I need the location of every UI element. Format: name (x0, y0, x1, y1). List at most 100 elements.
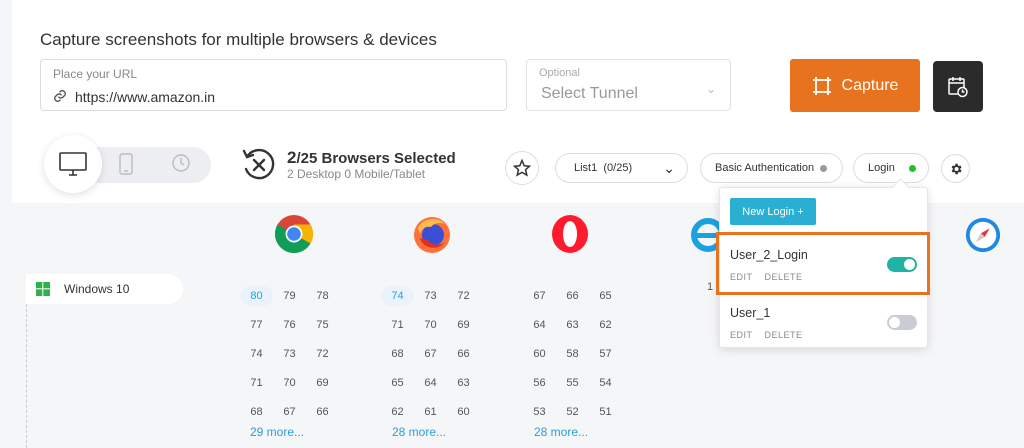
safari-icon (965, 217, 1001, 253)
capture-frame-icon (812, 76, 831, 95)
opera-more-link[interactable]: 28 more... (534, 425, 588, 439)
version-option[interactable]: 70 (414, 315, 447, 335)
version-option[interactable]: 76 (273, 315, 306, 335)
login-name: User_1 (730, 306, 771, 320)
capture-button[interactable]: Capture (790, 59, 920, 112)
version-option[interactable]: 64 (414, 373, 447, 393)
chevron-down-icon: ⌄ (663, 159, 675, 176)
version-option[interactable]: 64 (523, 315, 556, 335)
version-option[interactable]: 75 (306, 315, 339, 335)
version-option[interactable]: 62 (381, 402, 414, 422)
version-option[interactable]: 74 (381, 285, 414, 306)
capture-label: Capture (841, 76, 899, 94)
version-option[interactable]: 54 (589, 373, 622, 393)
firefox-version-grid: 74 73 72 71 70 69 68 67 66 65 64 63 62 61 60 (381, 281, 481, 426)
version-option[interactable]: 68 (381, 344, 414, 364)
settings-button[interactable] (941, 154, 970, 183)
reset-selection-icon[interactable] (241, 145, 277, 183)
version-option[interactable]: 68 (240, 402, 273, 422)
version-option[interactable]: 65 (381, 373, 414, 393)
version-row: 62 61 60 (381, 397, 481, 426)
version-option[interactable]: 67 (523, 286, 556, 306)
page-title: Capture screenshots for multiple browser… (40, 30, 437, 49)
version-row: 65 64 63 (381, 368, 481, 397)
basic-auth-label: Basic Authentication (715, 162, 815, 174)
version-option[interactable]: 65 (589, 286, 622, 306)
version-option[interactable]: 69 (447, 315, 480, 335)
version-row: 60 58 57 (523, 339, 623, 368)
ie-version[interactable]: 1 (707, 281, 713, 293)
schedule-button[interactable] (933, 61, 983, 112)
list-name: List1 (574, 162, 598, 174)
version-option[interactable]: 80 (240, 285, 273, 306)
version-option[interactable]: 63 (556, 315, 589, 335)
new-login-button[interactable]: New Login + (730, 198, 816, 225)
version-option[interactable]: 63 (447, 373, 480, 393)
delete-link[interactable]: DELETE (765, 330, 803, 340)
version-option[interactable]: 67 (414, 344, 447, 364)
os-tab-windows-10[interactable]: Windows 10 (26, 274, 183, 304)
favorite-button[interactable] (505, 151, 539, 185)
version-row: 64 63 62 (523, 310, 623, 339)
desktop-toggle[interactable] (44, 135, 102, 193)
version-option[interactable]: 57 (589, 344, 622, 364)
url-label: Place your URL (53, 67, 138, 81)
version-option[interactable]: 71 (240, 373, 273, 393)
basic-auth-button[interactable]: Basic Authentication (700, 153, 843, 183)
version-row: 80 79 78 (240, 281, 340, 310)
history-toggle[interactable] (171, 153, 191, 178)
version-option[interactable]: 66 (447, 344, 480, 364)
star-icon (513, 159, 531, 177)
version-option[interactable]: 70 (273, 373, 306, 393)
version-option[interactable]: 79 (273, 286, 306, 306)
list-dropdown[interactable]: List1 (0/25) ⌄ (555, 153, 688, 183)
version-row: 67 66 65 (523, 281, 623, 310)
mobile-icon (119, 153, 133, 175)
mobile-toggle[interactable] (118, 153, 134, 180)
version-row: 68 67 66 (381, 339, 481, 368)
version-option[interactable]: 52 (556, 402, 589, 422)
version-option[interactable]: 66 (306, 402, 339, 422)
version-option[interactable]: 78 (306, 286, 339, 306)
version-option[interactable]: 73 (414, 286, 447, 306)
version-option[interactable]: 73 (273, 344, 306, 364)
version-option[interactable]: 51 (589, 402, 622, 422)
login-actions: EDIT DELETE (730, 330, 803, 340)
tunnel-value: Select Tunnel (541, 85, 638, 102)
version-option[interactable]: 56 (523, 373, 556, 393)
list-count: (0/25) (603, 162, 633, 174)
os-label: Windows 10 (64, 282, 130, 296)
firefox-icon (414, 217, 450, 253)
version-option[interactable]: 71 (381, 315, 414, 335)
login-toggle[interactable] (887, 315, 917, 330)
windows-icon (36, 282, 50, 296)
tunnel-select[interactable]: Optional Select Tunnel ⌄ (526, 59, 731, 111)
version-option[interactable]: 77 (240, 315, 273, 335)
opera-icon (552, 215, 588, 253)
version-row: 77 76 75 (240, 310, 340, 339)
firefox-more-link[interactable]: 28 more... (392, 425, 446, 439)
version-option[interactable]: 55 (556, 373, 589, 393)
version-option[interactable]: 60 (523, 344, 556, 364)
version-option[interactable]: 69 (306, 373, 339, 393)
version-option[interactable]: 74 (240, 344, 273, 364)
version-option[interactable]: 61 (414, 402, 447, 422)
link-icon (54, 90, 66, 102)
login-button[interactable]: Login (853, 153, 929, 183)
version-option[interactable]: 66 (556, 286, 589, 306)
version-option[interactable]: 72 (306, 344, 339, 364)
version-option[interactable]: 72 (447, 286, 480, 306)
selection-subtitle: 2 Desktop 0 Mobile/Tablet (287, 167, 426, 181)
version-option[interactable]: 62 (589, 315, 622, 335)
version-option[interactable]: 67 (273, 402, 306, 422)
edit-link[interactable]: EDIT (730, 330, 753, 340)
version-option[interactable]: 60 (447, 402, 480, 422)
login-label: Login (868, 162, 895, 174)
version-option[interactable]: 58 (556, 344, 589, 364)
login-item[interactable]: User_1 EDIT DELETE (720, 293, 927, 353)
url-input[interactable]: https://www.amazon.in (75, 89, 215, 105)
version-option[interactable]: 53 (523, 402, 556, 422)
url-field[interactable]: Place your URL https://www.amazon.in (40, 59, 507, 111)
chrome-more-link[interactable]: 29 more... (250, 425, 304, 439)
version-row: 74 73 72 (381, 281, 481, 310)
